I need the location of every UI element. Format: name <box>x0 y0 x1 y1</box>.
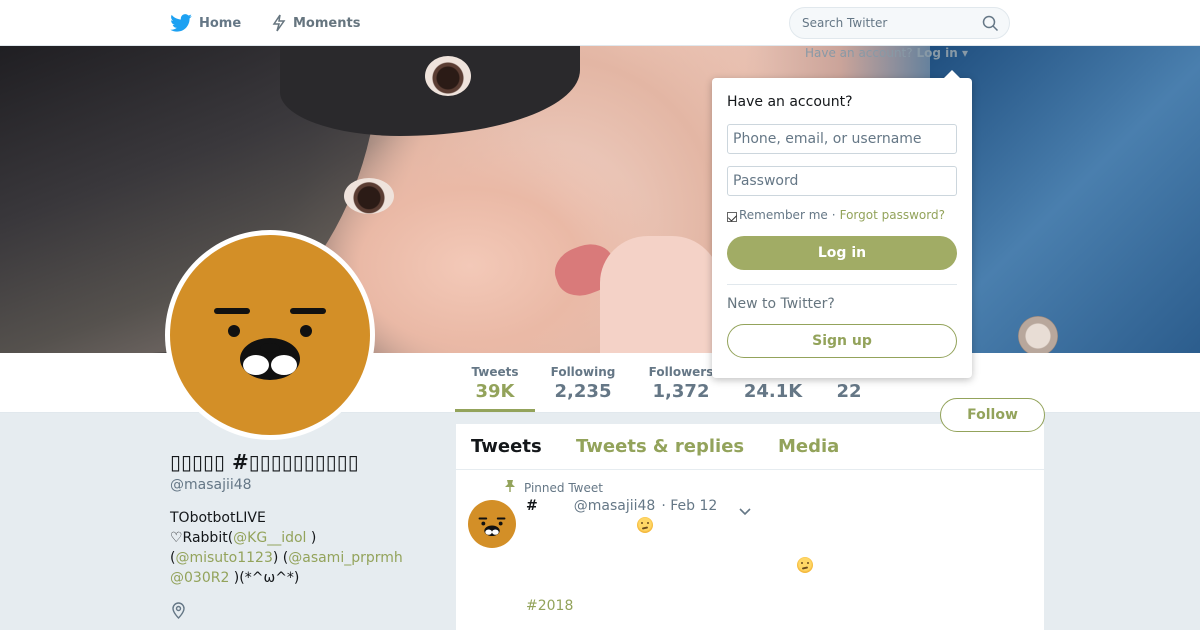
bio-text: )(*^ω^*) <box>229 570 300 586</box>
nav-moments[interactable]: Moments <box>272 0 360 46</box>
tweet-author-name[interactable]: # <box>526 498 538 514</box>
remember-label[interactable]: Remember me <box>739 208 828 222</box>
tab-tweets-replies[interactable]: Tweets & replies <box>576 436 744 457</box>
forgot-password-link[interactable]: Forgot password? <box>840 208 945 222</box>
login-toggle[interactable]: Log in ▾ <box>916 46 968 60</box>
timeline: Tweets Tweets & replies Media Pinned Twe… <box>456 424 1044 630</box>
divider <box>727 284 957 285</box>
pinned-label-text: Pinned Tweet <box>524 480 603 495</box>
pinned-tweet-label: Pinned Tweet <box>504 479 603 496</box>
bio-line: TObotbotLIVE <box>170 510 266 526</box>
tweet-header: # @masajii48 · Feb 12 <box>526 498 717 514</box>
search-box <box>789 7 1010 39</box>
tweet-timestamp[interactable]: · Feb 12 <box>661 498 717 514</box>
pin-icon <box>504 479 516 496</box>
remember-checkbox[interactable] <box>727 212 737 222</box>
tab-media[interactable]: Media <box>778 436 839 457</box>
bio-mention-link[interactable]: @asami_prprmh <box>288 550 403 566</box>
stat-label: Tweets <box>471 365 519 379</box>
new-to-twitter-heading: New to Twitter? <box>727 296 835 312</box>
search-icon[interactable] <box>982 15 999 36</box>
stat-followers[interactable]: Followers 1,372 <box>643 353 719 412</box>
tab-tweets[interactable]: Tweets <box>471 436 542 457</box>
search-input[interactable] <box>802 8 972 38</box>
bio-mention-link[interactable]: @misuto1123 <box>175 550 272 566</box>
username-field[interactable] <box>727 124 957 154</box>
stat-label: Following <box>550 365 616 379</box>
stat-value: 1,372 <box>652 381 710 402</box>
tweet-hashtag-link[interactable]: #2018 <box>526 598 573 614</box>
stat-following[interactable]: Following 2,235 <box>545 353 621 412</box>
top-nav: Home Moments <box>0 0 1200 46</box>
bio-line: ♡Rabbit(@KG__idol ) <box>170 528 440 548</box>
caret-down-icon: ▾ <box>957 46 968 60</box>
signup-button[interactable]: Sign up <box>727 324 957 358</box>
nav-moments-label: Moments <box>293 15 361 31</box>
avatar[interactable] <box>165 230 375 440</box>
follow-button[interactable]: Follow <box>940 398 1045 432</box>
login-hint: Have an account? Log in ▾ <box>805 46 968 60</box>
login-toggle-label: Log in <box>916 46 958 60</box>
bear-face-icon <box>478 517 506 536</box>
bear-face-icon <box>214 308 326 380</box>
chevron-down-icon[interactable] <box>738 502 752 521</box>
thinking-face-icon <box>637 517 653 533</box>
stat-label: Followers <box>648 365 714 379</box>
login-heading: Have an account? <box>727 94 853 110</box>
stat-value: 39K <box>475 381 515 402</box>
location-pin-icon <box>171 602 186 623</box>
separator: · <box>831 208 836 222</box>
stat-value: 22 <box>836 381 862 402</box>
twitter-bird-icon <box>170 14 192 32</box>
bio-mention-link[interactable]: @KG__idol <box>233 530 306 546</box>
password-field[interactable] <box>727 166 957 196</box>
profile-name[interactable]: ▯▯▯▯▯ #▯▯▯▯▯▯▯▯▯▯ <box>170 450 359 474</box>
nav-home-label: Home <box>199 15 242 31</box>
login-dropdown: Have an account? Remember me · Forgot pa… <box>712 70 972 378</box>
bio-text: ) <box>306 530 317 546</box>
bio-line: @030R2 )(*^ω^*) <box>170 568 440 588</box>
bio-mention-link[interactable]: @030R2 <box>170 570 229 586</box>
thinking-face-icon <box>797 557 813 573</box>
login-button[interactable]: Log in <box>727 236 957 270</box>
bio-text: ♡Rabbit( <box>170 530 234 546</box>
profile-handle[interactable]: @masajii48 <box>170 477 252 493</box>
remember-row: Remember me · Forgot password? <box>727 208 945 222</box>
stat-value: 24.1K <box>743 381 803 402</box>
bio-text: ) ( <box>272 550 289 566</box>
stat-value: 2,235 <box>554 381 612 402</box>
bio-line: (@misuto1123) (@asami_prprmh <box>170 548 440 568</box>
lightning-icon <box>272 14 286 32</box>
tweet-author-handle[interactable]: @masajii48 <box>574 498 656 514</box>
stat-tweets[interactable]: Tweets 39K <box>455 353 535 412</box>
tweet-avatar[interactable] <box>468 500 516 548</box>
avatar-image <box>170 235 370 435</box>
profile-bio: TObotbotLIVE ♡Rabbit(@KG__idol ) (@misut… <box>170 508 440 588</box>
login-hint-prompt: Have an account? <box>805 46 913 60</box>
nav-home[interactable]: Home <box>170 0 241 46</box>
